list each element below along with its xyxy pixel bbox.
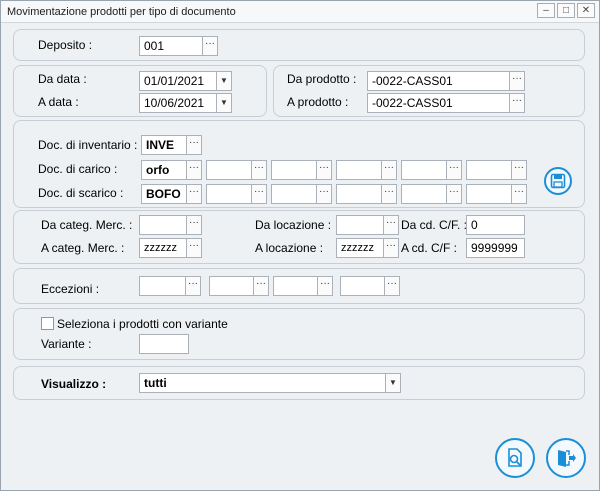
load-doc-lookup-button-3[interactable]: ··· <box>316 160 332 180</box>
inventory-doc-lookup-button[interactable]: ··· <box>186 135 202 155</box>
maximize-button[interactable]: □ <box>557 3 575 18</box>
deposit-lookup-button[interactable]: ··· <box>202 36 218 56</box>
inventory-doc-label: Doc. di inventario : <box>38 138 138 152</box>
exceptions-label: Eccezioni : <box>41 282 100 296</box>
location-from-lookup-button[interactable]: ··· <box>383 215 399 235</box>
unload-doc-field-5[interactable] <box>401 184 451 204</box>
unload-doc-lookup-button-5[interactable]: ··· <box>446 184 462 204</box>
variant-panel <box>13 308 585 360</box>
exception-lookup-button-2[interactable]: ··· <box>253 276 269 296</box>
category-to-lookup-button[interactable]: ··· <box>186 238 202 258</box>
load-doc-lookup-button-1[interactable]: ··· <box>186 160 202 180</box>
save-button[interactable] <box>544 167 572 195</box>
load-doc-lookup-button-6[interactable]: ··· <box>511 160 527 180</box>
load-doc-field-4[interactable] <box>336 160 386 180</box>
category-to-field[interactable]: zzzzzz <box>139 238 189 258</box>
cf-from-label: Da cd. C/F. : <box>401 218 468 232</box>
category-from-label: Da categ. Merc. : <box>41 218 133 232</box>
unload-doc-lookup-button-3[interactable]: ··· <box>316 184 332 204</box>
exit-icon <box>558 450 576 467</box>
deposit-panel <box>13 29 585 61</box>
product-from-label: Da prodotto : <box>287 72 357 86</box>
location-to-field[interactable]: zzzzzz <box>336 238 386 258</box>
load-doc-label: Doc. di carico : <box>38 162 118 176</box>
variant-checkbox-label: Seleziona i prodotti con variante <box>57 317 228 331</box>
exception-field-3[interactable] <box>273 276 323 296</box>
exception-field-1[interactable] <box>139 276 189 296</box>
date-from-field[interactable]: 01/01/2021 <box>139 71 219 91</box>
product-from-field[interactable]: -0022-CASS01 <box>367 71 512 91</box>
display-label: Visualizzo : <box>41 377 107 391</box>
load-doc-field-2[interactable] <box>206 160 256 180</box>
deposit-field[interactable]: 001 <box>139 36 205 56</box>
unload-doc-field-6[interactable] <box>466 184 516 204</box>
unload-doc-lookup-button-6[interactable]: ··· <box>511 184 527 204</box>
unload-doc-label: Doc. di scarico : <box>38 186 124 200</box>
cf-to-field[interactable]: 9999999 <box>466 238 525 258</box>
exception-lookup-button-1[interactable]: ··· <box>185 276 201 296</box>
location-from-field[interactable] <box>336 215 386 235</box>
location-from-label: Da locazione : <box>255 218 332 232</box>
unload-doc-lookup-button-2[interactable]: ··· <box>251 184 267 204</box>
date-to-label: A data : <box>38 95 79 109</box>
inventory-doc-field[interactable]: INVE <box>141 135 189 155</box>
window-controls: – □ ✕ <box>537 3 595 18</box>
save-icon <box>550 173 566 189</box>
display-dropdown[interactable]: ▼ <box>385 373 401 393</box>
load-doc-field-6[interactable] <box>466 160 516 180</box>
load-doc-field-1[interactable]: orfo <box>141 160 189 180</box>
date-to-dropdown[interactable]: ▼ <box>216 93 232 113</box>
unload-doc-field-1[interactable]: BOFO <box>141 184 189 204</box>
load-doc-lookup-button-5[interactable]: ··· <box>446 160 462 180</box>
variant-checkbox[interactable] <box>41 317 54 330</box>
exit-button[interactable] <box>546 438 586 478</box>
exception-field-4[interactable] <box>340 276 390 296</box>
unload-doc-lookup-button-4[interactable]: ··· <box>381 184 397 204</box>
unload-doc-field-4[interactable] <box>336 184 386 204</box>
display-select[interactable]: tutti <box>139 373 389 393</box>
date-from-dropdown[interactable]: ▼ <box>216 71 232 91</box>
location-to-label: A locazione : <box>255 241 324 255</box>
print-preview-button[interactable] <box>495 438 535 478</box>
category-from-lookup-button[interactable]: ··· <box>186 215 202 235</box>
product-to-field[interactable]: -0022-CASS01 <box>367 93 512 113</box>
minimize-button[interactable]: – <box>537 3 555 18</box>
load-doc-field-3[interactable] <box>271 160 321 180</box>
print-preview-icon <box>508 448 522 467</box>
load-doc-lookup-button-2[interactable]: ··· <box>251 160 267 180</box>
load-doc-lookup-button-4[interactable]: ··· <box>381 160 397 180</box>
exception-lookup-button-4[interactable]: ··· <box>384 276 400 296</box>
category-to-label: A categ. Merc. : <box>41 241 125 255</box>
cf-to-label: A cd. C/F : <box>401 241 458 255</box>
product-to-lookup-button[interactable]: ··· <box>509 93 525 113</box>
main-window: Movimentazione prodotti per tipo di docu… <box>0 0 600 491</box>
exception-field-2[interactable] <box>209 276 259 296</box>
unload-doc-lookup-button-1[interactable]: ··· <box>186 184 202 204</box>
cf-from-field[interactable]: 0 <box>466 215 525 235</box>
unload-doc-field-2[interactable] <box>206 184 256 204</box>
unload-doc-field-3[interactable] <box>271 184 321 204</box>
deposit-label: Deposito : <box>38 38 93 52</box>
location-to-lookup-button[interactable]: ··· <box>383 238 399 258</box>
date-from-label: Da data : <box>38 72 87 86</box>
load-doc-field-5[interactable] <box>401 160 451 180</box>
date-to-field[interactable]: 10/06/2021 <box>139 93 219 113</box>
category-from-field[interactable] <box>139 215 189 235</box>
variant-label: Variante : <box>41 337 92 351</box>
close-button[interactable]: ✕ <box>577 3 595 18</box>
exception-lookup-button-3[interactable]: ··· <box>317 276 333 296</box>
variant-field[interactable] <box>139 334 189 354</box>
window-title: Movimentazione prodotti per tipo di docu… <box>7 6 236 18</box>
title-bar: Movimentazione prodotti per tipo di docu… <box>1 1 599 23</box>
product-to-label: A prodotto : <box>287 95 349 109</box>
product-from-lookup-button[interactable]: ··· <box>509 71 525 91</box>
